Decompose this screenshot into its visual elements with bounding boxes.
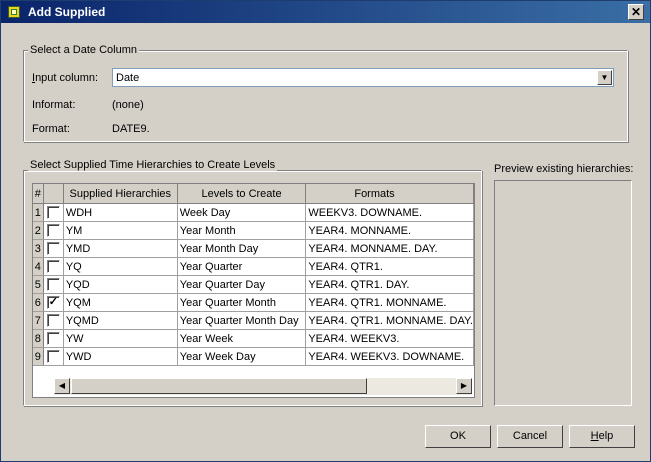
- col-header-formats[interactable]: Formats: [305, 184, 474, 204]
- row-number: 1: [33, 203, 44, 222]
- row-number: 7: [33, 311, 44, 330]
- help-button[interactable]: Help: [569, 425, 635, 448]
- table-row[interactable]: 8 YW Year Week YEAR4. WEEKV3.: [33, 329, 474, 348]
- table-row[interactable]: 6 YQMYear Quarter MonthYEAR4. QTR1. MONNA…: [33, 293, 474, 312]
- format-value: DATE9.: [112, 123, 150, 135]
- hierarchy-cell[interactable]: YM: [63, 221, 178, 240]
- formats-cell[interactable]: WEEKV3. DOWNAME.: [305, 203, 474, 222]
- row-checkbox-cell[interactable]: [43, 203, 64, 222]
- informat-label: Informat:: [32, 99, 76, 111]
- levels-cell[interactable]: Year Quarter Month: [177, 293, 307, 312]
- row-checkbox-cell[interactable]: [43, 311, 64, 330]
- checkbox[interactable]: [46, 224, 60, 237]
- levels-cell[interactable]: Week Day: [177, 203, 307, 222]
- row-number: 9: [33, 347, 44, 366]
- table-row[interactable]: 4 YQ Year Quarter YEAR4. QTR1.: [33, 257, 474, 276]
- hierarchy-cell[interactable]: YMD: [63, 239, 178, 258]
- checkbox[interactable]: [46, 295, 60, 309]
- row-checkbox-cell[interactable]: [43, 329, 64, 348]
- add-supplied-dialog: Add Supplied ✕ Select a Date Column Inpu…: [0, 0, 651, 462]
- checkbox[interactable]: [46, 206, 60, 219]
- row-number: 4: [33, 257, 44, 276]
- window-title: Add Supplied: [28, 5, 106, 19]
- col-header-number[interactable]: #: [33, 184, 44, 204]
- hierarchy-cell[interactable]: YW: [63, 329, 178, 348]
- checkbox[interactable]: [46, 332, 60, 345]
- table-row[interactable]: 3 YMD Year Month Day YEAR4. MONNAME. DAY.: [33, 239, 474, 258]
- levels-cell[interactable]: Year Month Day: [177, 239, 307, 258]
- row-checkbox-cell[interactable]: [43, 239, 64, 258]
- table-row[interactable]: 5 YQD Year Quarter Day YEAR4. QTR1. DAY.: [33, 275, 474, 294]
- chevron-down-icon[interactable]: ▼: [597, 70, 612, 85]
- levels-cell[interactable]: Year Week Day: [177, 347, 307, 366]
- levels-cell[interactable]: Year Week: [177, 329, 307, 348]
- col-header-check[interactable]: [43, 184, 64, 204]
- input-column-value: Date: [116, 72, 140, 84]
- checkbox[interactable]: [46, 242, 60, 255]
- formats-cell[interactable]: YEAR4. MONNAME.: [305, 221, 474, 240]
- row-number: 6: [33, 293, 44, 312]
- formats-cell[interactable]: YEAR4. MONNAME. DAY.: [305, 239, 474, 258]
- formats-cell[interactable]: YEAR4. QTR1. MONNAME.: [305, 293, 474, 312]
- col-header-levels[interactable]: Levels to Create: [177, 184, 307, 204]
- levels-cell[interactable]: Year Quarter: [177, 257, 307, 276]
- close-button[interactable]: ✕: [628, 4, 644, 20]
- checkbox[interactable]: [46, 278, 60, 291]
- app-icon: [8, 6, 20, 18]
- formats-cell[interactable]: YEAR4. QTR1. MONNAME. DAY.: [305, 311, 474, 330]
- checkbox[interactable]: [46, 260, 60, 273]
- row-checkbox-cell[interactable]: [43, 257, 64, 276]
- hierarchy-group-label: Select Supplied Time Hierarchies to Crea…: [28, 159, 278, 171]
- scroll-left-icon[interactable]: ◀: [54, 378, 70, 394]
- date-group-label: Select a Date Column: [28, 44, 139, 56]
- format-label: Format:: [32, 123, 70, 135]
- formats-cell[interactable]: YEAR4. WEEKV3.: [305, 329, 474, 348]
- table-row[interactable]: 1 WDH Week Day WEEKV3. DOWNAME.: [33, 203, 474, 222]
- scroll-thumb[interactable]: [71, 378, 367, 394]
- cancel-button[interactable]: Cancel: [497, 425, 563, 448]
- checkbox[interactable]: [46, 350, 60, 363]
- levels-cell[interactable]: Year Month: [177, 221, 307, 240]
- checkbox[interactable]: [46, 314, 60, 327]
- row-checkbox-cell[interactable]: [43, 347, 64, 366]
- input-column-combo[interactable]: Date ▼: [112, 68, 614, 87]
- formats-cell[interactable]: YEAR4. QTR1.: [305, 257, 474, 276]
- hierarchy-cell[interactable]: WDH: [63, 203, 178, 222]
- table-header-row: # Supplied Hierarchies Levels to Create …: [33, 184, 474, 204]
- scroll-right-icon[interactable]: ▶: [456, 378, 472, 394]
- table-row[interactable]: 9 YWD Year Week Day YEAR4. WEEKV3. DOWNAME.: [33, 347, 474, 366]
- title-bar: Add Supplied ✕: [1, 1, 650, 23]
- hierarchy-cell[interactable]: YQM: [63, 293, 178, 312]
- preview-label: Preview existing hierarchies:: [494, 163, 634, 175]
- ok-button[interactable]: OK: [425, 425, 491, 448]
- informat-value: (none): [112, 99, 144, 111]
- formats-cell[interactable]: YEAR4. WEEKV3. DOWNAME.: [305, 347, 474, 366]
- row-number: 2: [33, 221, 44, 240]
- preview-hierarchies-pane[interactable]: [494, 180, 632, 406]
- row-checkbox-cell[interactable]: [43, 221, 64, 240]
- row-number: 5: [33, 275, 44, 294]
- hierarchy-cell[interactable]: YQ: [63, 257, 178, 276]
- hierarchy-cell[interactable]: YQD: [63, 275, 178, 294]
- hierarchy-table: # Supplied Hierarchies Levels to Create …: [32, 183, 475, 398]
- row-checkbox-cell[interactable]: [43, 293, 64, 312]
- formats-cell[interactable]: YEAR4. QTR1. DAY.: [305, 275, 474, 294]
- row-checkbox-cell[interactable]: [43, 275, 64, 294]
- row-number: 8: [33, 329, 44, 348]
- horizontal-scrollbar[interactable]: ◀ ▶: [54, 378, 472, 395]
- levels-cell[interactable]: Year Quarter Month Day: [177, 311, 307, 330]
- table-row[interactable]: 2 YM Year Month YEAR4. MONNAME.: [33, 221, 474, 240]
- row-number: 3: [33, 239, 44, 258]
- hierarchy-cell[interactable]: YWD: [63, 347, 178, 366]
- col-header-hierarchies[interactable]: Supplied Hierarchies: [63, 184, 178, 204]
- table-row[interactable]: 7 YQMD Year Quarter Month Day YEAR4. QTR1. …: [33, 311, 474, 330]
- levels-cell[interactable]: Year Quarter Day: [177, 275, 307, 294]
- hierarchy-cell[interactable]: YQMD: [63, 311, 178, 330]
- input-column-label: Input column:: [32, 72, 99, 84]
